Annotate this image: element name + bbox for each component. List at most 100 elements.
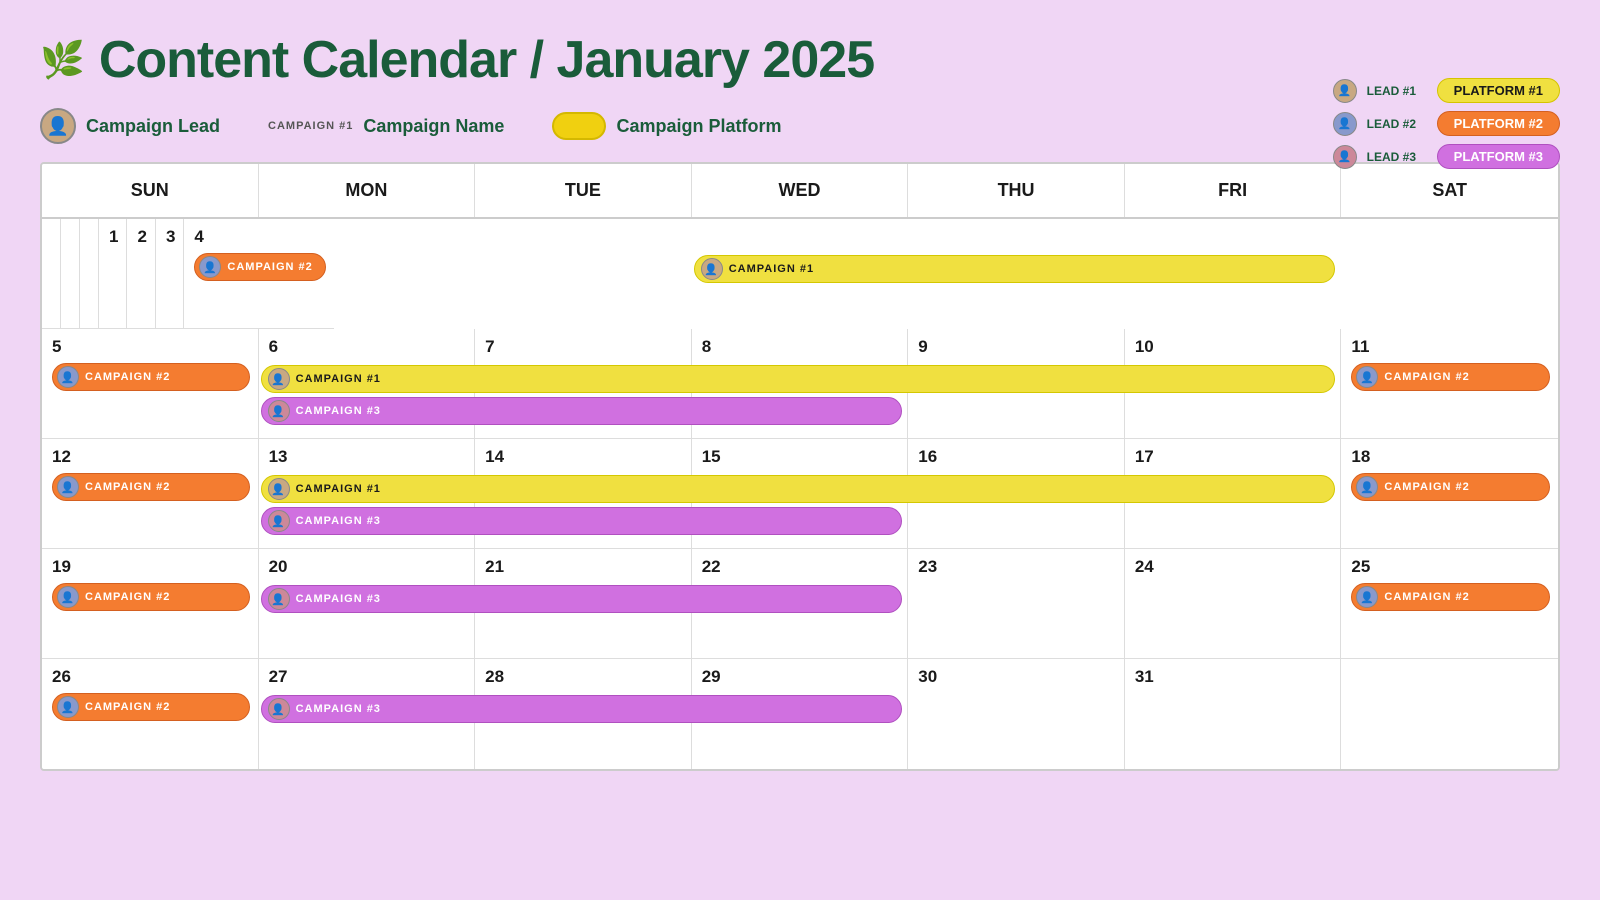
cell-jan4: 4 👤 CAMPAIGN #2 — [184, 219, 333, 329]
cell-jan7: 7 — [475, 329, 692, 439]
campaign-number-label: CAMPAIGN #1 — [268, 120, 353, 132]
avatar-bar-s3: 👤 — [57, 476, 79, 498]
day-1: 1 — [109, 227, 118, 247]
platform-badge-2: PLATFORM #2 — [1437, 111, 1560, 136]
lead-label-3: LEAD #3 — [1367, 150, 1427, 164]
day-18: 18 — [1351, 447, 1550, 467]
lead-label-2: LEAD #2 — [1367, 117, 1427, 131]
cell-jan27: 27 — [259, 659, 476, 769]
day-23: 23 — [918, 557, 1116, 577]
campaign-bar-c2-sun3: 👤 CAMPAIGN #2 — [52, 473, 250, 501]
cell-jan25: 25 👤 CAMPAIGN #2 — [1341, 549, 1558, 659]
cell-jan17: 17 — [1125, 439, 1342, 549]
cell-jan12: 12 👤 CAMPAIGN #2 — [42, 439, 259, 549]
calendar-header: SUN MON TUE WED THU FRI SAT — [42, 164, 1558, 219]
cell-empty-3 — [80, 219, 99, 329]
day-15: 15 — [702, 447, 900, 467]
day-26: 26 — [52, 667, 250, 687]
cell-jan23: 23 — [908, 549, 1125, 659]
cell-jan19: 19 👤 CAMPAIGN #2 — [42, 549, 259, 659]
day-21: 21 — [485, 557, 683, 577]
day-4: 4 — [194, 227, 325, 247]
cell-jan10: 10 — [1125, 329, 1342, 439]
cell-jan28: 28 — [475, 659, 692, 769]
top-right-legend: 👤 LEAD #1 PLATFORM #1 👤 LEAD #2 PLATFORM… — [1333, 78, 1560, 169]
platform-badge-1: PLATFORM #1 — [1437, 78, 1560, 103]
lead-label-1: LEAD #1 — [1367, 84, 1427, 98]
main-title: Content Calendar / January 2025 — [99, 30, 874, 90]
cell-jan1: 1 — [99, 219, 127, 329]
day-sat: SAT — [1341, 164, 1558, 217]
day-tue: TUE — [475, 164, 692, 217]
campaign-platform-label: Campaign Platform — [616, 116, 781, 137]
campaign-bar-c2-sat2: 👤 CAMPAIGN #2 — [1351, 363, 1550, 391]
cell-jan22: 22 — [692, 549, 909, 659]
campaign-lead-label: Campaign Lead — [86, 116, 220, 137]
avatar-sm-3: 👤 — [1333, 145, 1357, 169]
cell-jan14: 14 — [475, 439, 692, 549]
day-30: 30 — [918, 667, 1116, 687]
week-row-3: 12 👤 CAMPAIGN #2 13 14 15 16 — [42, 439, 1558, 549]
avatar-bar-s2: 👤 — [57, 366, 79, 388]
cell-jan31: 31 — [1125, 659, 1342, 769]
platform-badge-3: PLATFORM #3 — [1437, 144, 1560, 169]
week-row-1: 1 2 3 4 👤 CAMPAIGN #2 — [42, 219, 1558, 329]
campaign-bar-c2-sat4: 👤 CAMPAIGN #2 — [1351, 583, 1550, 611]
cell-jan15: 15 — [692, 439, 909, 549]
week-row-2: 5 👤 CAMPAIGN #2 6 7 8 9 — [42, 329, 1558, 439]
cell-jan30: 30 — [908, 659, 1125, 769]
day-31: 31 — [1135, 667, 1333, 687]
cell-jan8: 8 — [692, 329, 909, 439]
day-8: 8 — [702, 337, 900, 357]
day-19: 19 — [52, 557, 250, 577]
day-5: 5 — [52, 337, 250, 357]
cell-jan21: 21 — [475, 549, 692, 659]
day-fri: FRI — [1125, 164, 1342, 217]
campaign-bar-c2-sat3: 👤 CAMPAIGN #2 — [1351, 473, 1550, 501]
cell-jan2: 2 — [127, 219, 155, 329]
day-6: 6 — [269, 337, 467, 357]
cell-jan9: 9 — [908, 329, 1125, 439]
cell-empty-after31 — [1341, 659, 1558, 769]
day-wed: WED — [692, 164, 909, 217]
day-3: 3 — [166, 227, 175, 247]
day-24: 24 — [1135, 557, 1333, 577]
cell-jan6: 6 — [259, 329, 476, 439]
day-17: 17 — [1135, 447, 1333, 467]
week-row-4: 19 👤 CAMPAIGN #2 20 21 22 23 — [42, 549, 1558, 659]
day-27: 27 — [269, 667, 467, 687]
avatar-person-icon: 👤 — [47, 116, 69, 137]
cell-jan20: 20 — [259, 549, 476, 659]
day-25: 25 — [1351, 557, 1550, 577]
avatar-sm-2: 👤 — [1333, 112, 1357, 136]
cell-jan16: 16 — [908, 439, 1125, 549]
legend-platform: Campaign Platform — [552, 112, 781, 140]
avatar-bar-s3b: 👤 — [1356, 476, 1378, 498]
day-9: 9 — [918, 337, 1116, 357]
title-icon: 🌿 — [40, 39, 85, 81]
day-20: 20 — [269, 557, 467, 577]
campaign-bar-c2-sun2: 👤 CAMPAIGN #2 — [52, 363, 250, 391]
day-16: 16 — [918, 447, 1116, 467]
day-13: 13 — [269, 447, 467, 467]
day-14: 14 — [485, 447, 683, 467]
calendar: SUN MON TUE WED THU FRI SAT 1 — [40, 162, 1560, 771]
campaign-bar-c2-sat1: 👤 CAMPAIGN #2 — [194, 253, 325, 281]
cell-jan3: 3 — [156, 219, 184, 329]
cell-jan11: 11 👤 CAMPAIGN #2 — [1341, 329, 1558, 439]
campaign-bar-c2-sun5: 👤 CAMPAIGN #2 — [52, 693, 250, 721]
avatar-bar-s2b: 👤 — [1356, 366, 1378, 388]
legend-campaign-name: CAMPAIGN #1 Campaign Name — [268, 116, 504, 137]
campaign-name-text: Campaign Name — [363, 116, 504, 137]
cell-empty-1 — [42, 219, 61, 329]
day-11: 11 — [1351, 337, 1550, 357]
top-right-item-2: 👤 LEAD #2 PLATFORM #2 — [1333, 111, 1560, 136]
avatar: 👤 — [40, 108, 76, 144]
day-12: 12 — [52, 447, 250, 467]
avatar-bar: 👤 — [199, 256, 221, 278]
day-22: 22 — [702, 557, 900, 577]
cell-empty-2 — [61, 219, 80, 329]
top-right-item-1: 👤 LEAD #1 PLATFORM #1 — [1333, 78, 1560, 103]
cell-jan5: 5 👤 CAMPAIGN #2 — [42, 329, 259, 439]
avatar-bar-s4: 👤 — [57, 586, 79, 608]
